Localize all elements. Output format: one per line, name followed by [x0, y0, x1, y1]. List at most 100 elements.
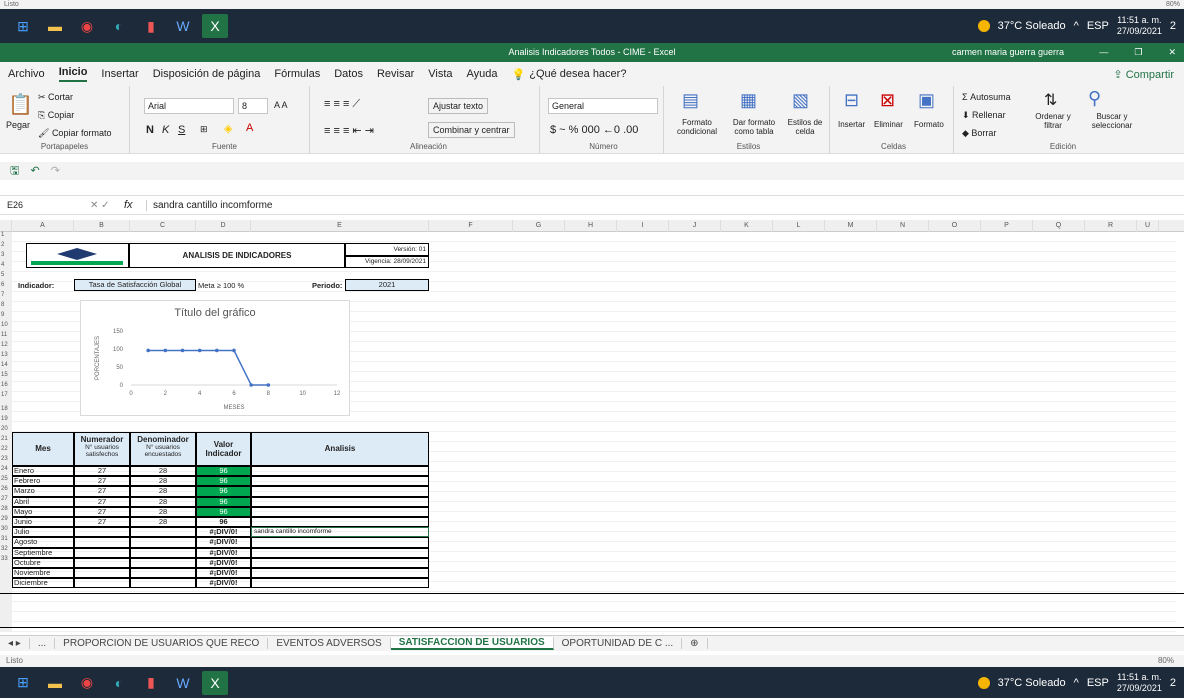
- row-header-33[interactable]: 33: [0, 556, 12, 562]
- tab-more[interactable]: ...: [30, 638, 56, 649]
- file-explorer-icon[interactable]: ▬: [42, 14, 68, 38]
- row-header-11[interactable]: 11: [0, 332, 12, 338]
- column-header-O[interactable]: O: [929, 220, 981, 232]
- row-header-19[interactable]: 19: [0, 416, 12, 422]
- conditional-format-icon[interactable]: ▤: [682, 90, 699, 111]
- sheet-tab-proporcion[interactable]: PROPORCION DE USUARIOS QUE RECO: [55, 638, 269, 649]
- excel-icon[interactable]: X: [202, 14, 228, 38]
- weather-text[interactable]: 37°C Soleado: [998, 20, 1066, 32]
- language-indicator[interactable]: ESP: [1087, 20, 1109, 32]
- row-header-29[interactable]: 29: [0, 516, 12, 522]
- tray-chevron-icon[interactable]: ^: [1074, 20, 1079, 32]
- autosum-button[interactable]: Σ Autosuma: [962, 92, 1011, 102]
- column-header-H[interactable]: H: [565, 220, 617, 232]
- row-header-24[interactable]: 24: [0, 466, 12, 472]
- zoom-level[interactable]: 80%: [1158, 655, 1174, 667]
- edge-icon[interactable]: ◐: [106, 671, 132, 695]
- clear-button[interactable]: ◆ Borrar: [962, 128, 996, 139]
- row-header-15[interactable]: 15: [0, 372, 12, 378]
- row-header-30[interactable]: 30: [0, 526, 12, 532]
- sheet-tab-oportunidad[interactable]: OPORTUNIDAD DE C ...: [554, 638, 683, 649]
- number-format-buttons[interactable]: $ ~ % 000 ←0 .00: [550, 124, 638, 136]
- close-icon[interactable]: ✕: [1168, 43, 1176, 62]
- column-header-P[interactable]: P: [981, 220, 1033, 232]
- row-header-5[interactable]: 5: [0, 272, 12, 278]
- format-button[interactable]: Formato: [914, 120, 944, 129]
- language-indicator[interactable]: ESP: [1087, 677, 1109, 689]
- tab-insertar[interactable]: Insertar: [101, 68, 138, 80]
- clock[interactable]: 11:51 a. m. 27/09/2021: [1117, 672, 1162, 694]
- chrome-icon[interactable]: ◉: [74, 14, 100, 38]
- sheet-tab-satisfaccion[interactable]: SATISFACCION DE USUARIOS: [390, 637, 554, 650]
- tab-vista[interactable]: Vista: [428, 68, 452, 80]
- restore-icon[interactable]: ❐: [1134, 43, 1142, 62]
- tab-inicio[interactable]: Inicio: [58, 66, 88, 82]
- row-header-21[interactable]: 21: [0, 436, 12, 442]
- font-name-select[interactable]: Arial: [144, 98, 234, 114]
- bold-button[interactable]: N: [146, 124, 154, 136]
- copy-button[interactable]: ⎘ Copiar: [38, 110, 74, 121]
- formula-input[interactable]: sandra cantillo incomforme: [146, 200, 273, 211]
- row-header-12[interactable]: 12: [0, 342, 12, 348]
- office-icon[interactable]: ▮: [138, 14, 164, 38]
- word-icon[interactable]: W: [170, 671, 196, 695]
- chrome-icon[interactable]: ◉: [74, 671, 100, 695]
- name-box[interactable]: E26: [4, 198, 64, 214]
- row-header-28[interactable]: 28: [0, 506, 12, 512]
- row-header-31[interactable]: 31: [0, 536, 12, 542]
- cut-button[interactable]: ✂ Cortar: [38, 92, 73, 103]
- fill-button[interactable]: ⬇ Rellenar: [962, 110, 1006, 121]
- cell-styles-icon[interactable]: ▧: [792, 90, 809, 111]
- format-cells-icon[interactable]: ▣: [918, 90, 935, 111]
- paste-button[interactable]: Pegar: [6, 120, 30, 130]
- delete-cells-icon[interactable]: ⊠: [880, 90, 895, 111]
- sort-filter-button[interactable]: Ordenar y filtrar: [1028, 112, 1078, 130]
- column-header-G[interactable]: G: [513, 220, 565, 232]
- redo-icon[interactable]: ↷: [51, 165, 60, 177]
- find-select-button[interactable]: Buscar y seleccionar: [1082, 112, 1142, 130]
- column-header-K[interactable]: K: [721, 220, 773, 232]
- format-painter-button[interactable]: 🖌 Copiar formato: [38, 128, 111, 139]
- tab-revisar[interactable]: Revisar: [377, 68, 414, 80]
- align-center-icons[interactable]: ≡ ≡ ≡ ⇤ ⇥: [324, 124, 374, 137]
- column-header-M[interactable]: M: [825, 220, 877, 232]
- align-top-icons[interactable]: ≡ ≡ ≡ ⟋: [324, 98, 360, 111]
- wrap-text-button[interactable]: Ajustar texto: [428, 98, 489, 114]
- column-header-C[interactable]: C: [130, 220, 196, 232]
- weather-text[interactable]: 37°C Soleado: [998, 677, 1066, 689]
- windows-start-icon[interactable]: ⊞: [10, 14, 36, 38]
- row-header-16[interactable]: 16: [0, 382, 12, 388]
- worksheet-grid[interactable]: [12, 232, 1176, 632]
- column-header-L[interactable]: L: [773, 220, 825, 232]
- fx-icon[interactable]: fx: [124, 199, 133, 211]
- tell-me-search[interactable]: ¿Qué desea hacer?: [529, 68, 626, 80]
- select-all-corner[interactable]: [0, 220, 12, 232]
- paste-icon[interactable]: 📋: [8, 92, 33, 117]
- add-sheet-icon[interactable]: ⊕: [682, 638, 708, 649]
- row-header-17[interactable]: 17: [0, 392, 12, 398]
- column-header-E[interactable]: E: [251, 220, 429, 232]
- column-header-N[interactable]: N: [877, 220, 929, 232]
- tab-ayuda[interactable]: Ayuda: [467, 68, 498, 80]
- excel-icon[interactable]: X: [202, 670, 228, 695]
- office-icon[interactable]: ▮: [138, 671, 164, 695]
- tray-chevron-icon[interactable]: ^: [1074, 677, 1079, 689]
- clock[interactable]: 11:51 a. m. 27/09/2021: [1117, 15, 1162, 37]
- share-button[interactable]: ⇪ Compartir: [1113, 68, 1174, 81]
- column-header-J[interactable]: J: [669, 220, 721, 232]
- windows-start-icon[interactable]: ⊞: [10, 671, 36, 695]
- column-header-Q[interactable]: Q: [1033, 220, 1085, 232]
- font-size-select[interactable]: 8: [238, 98, 268, 114]
- row-header-9[interactable]: 9: [0, 312, 12, 318]
- row-header-27[interactable]: 27: [0, 496, 12, 502]
- column-header-R[interactable]: R: [1085, 220, 1137, 232]
- edge-icon[interactable]: ◐: [106, 14, 132, 38]
- tab-datos[interactable]: Datos: [334, 68, 363, 80]
- column-header-D[interactable]: D: [196, 220, 251, 232]
- format-as-table-button[interactable]: Dar formato como tabla: [726, 118, 782, 136]
- minimize-icon[interactable]: —: [1099, 43, 1108, 62]
- user-name[interactable]: carmen maria guerra guerra: [952, 43, 1064, 62]
- save-icon[interactable]: 🖫: [10, 165, 19, 177]
- row-header-23[interactable]: 23: [0, 456, 12, 462]
- row-header-13[interactable]: 13: [0, 352, 12, 358]
